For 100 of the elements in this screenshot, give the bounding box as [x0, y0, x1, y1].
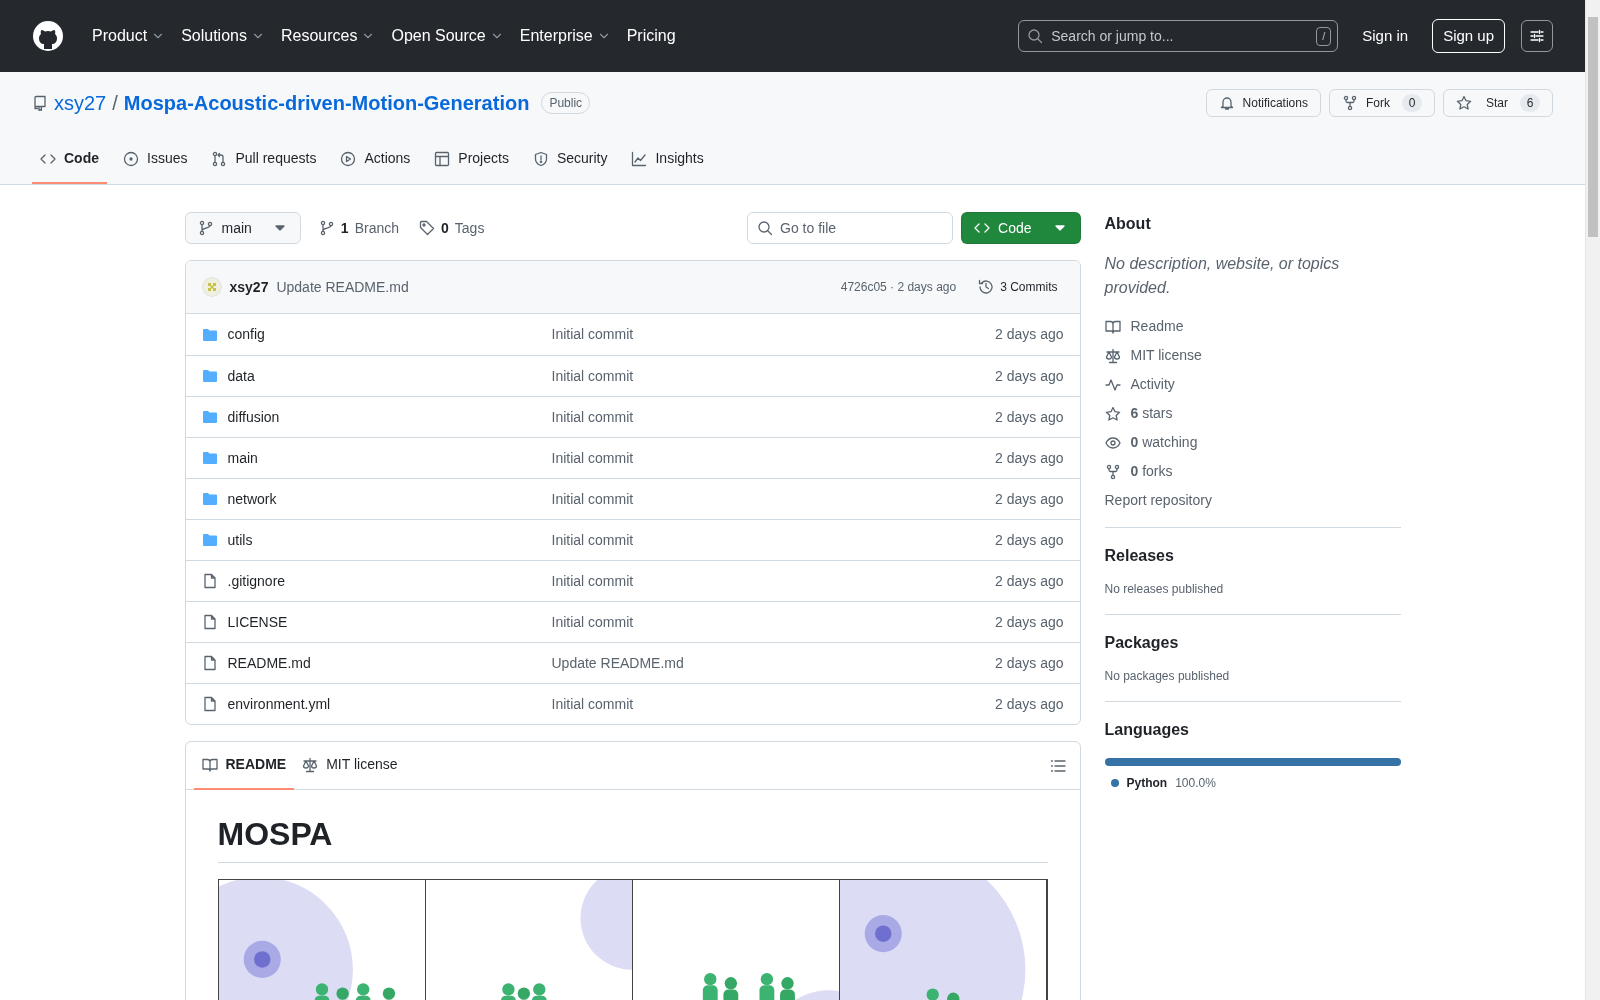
- bell-icon: [1218, 95, 1235, 111]
- nav-menu-item[interactable]: Pricing: [618, 18, 684, 54]
- scrollbar[interactable]: [1585, 0, 1600, 1000]
- repo-name-link[interactable]: Mospa-Acoustic-driven-Motion-Generation: [123, 88, 530, 118]
- repo-tab[interactable]: Projects: [426, 140, 517, 184]
- repo-tab[interactable]: Pull requests: [203, 140, 325, 184]
- code-button[interactable]: Code: [961, 212, 1081, 244]
- report-link[interactable]: Report repository: [1104, 490, 1401, 511]
- commit-message[interactable]: Initial commit: [551, 695, 634, 712]
- star-button[interactable]: Star 6: [1443, 89, 1553, 117]
- commit-message[interactable]: Initial commit: [551, 408, 634, 425]
- folder-icon: [201, 326, 218, 343]
- language-percent: 100.0%: [1175, 775, 1216, 792]
- file-name[interactable]: config: [227, 324, 265, 345]
- repo-tab[interactable]: Security: [524, 140, 616, 184]
- go-to-file-field[interactable]: Go to file: [747, 212, 954, 244]
- readme-tab[interactable]: MIT license: [294, 742, 406, 790]
- commit-message[interactable]: Initial commit: [551, 326, 634, 342]
- fork-count: 0: [1402, 94, 1422, 112]
- pull-request-icon: [211, 150, 228, 167]
- commit-author[interactable]: xsy27: [229, 276, 269, 298]
- file-name[interactable]: diffusion: [227, 406, 280, 428]
- file-name[interactable]: network: [227, 488, 277, 510]
- commit-message[interactable]: Initial commit: [551, 613, 634, 630]
- readme-heading: MOSPA: [217, 814, 1048, 863]
- about-link[interactable]: 0 watching: [1104, 432, 1401, 453]
- settings-icon: [1529, 28, 1545, 44]
- commit-message[interactable]: Initial commit: [551, 531, 634, 548]
- commit-message[interactable]: Initial commit: [551, 367, 634, 384]
- file-name[interactable]: utils: [227, 529, 253, 551]
- issue-icon: [123, 150, 139, 167]
- commit-hash-time: 4726c05 · 2 days ago: [840, 279, 957, 296]
- branch-selector[interactable]: main: [184, 212, 301, 244]
- file-name[interactable]: LICENSE: [227, 611, 288, 633]
- commit-time: 2 days ago: [995, 571, 1064, 591]
- about-link[interactable]: 6 stars: [1104, 403, 1401, 424]
- about-link[interactable]: Readme: [1104, 316, 1401, 337]
- commit-time: 2 days ago: [995, 448, 1064, 468]
- repo-tab[interactable]: Actions: [332, 140, 419, 184]
- commit-time: 2 days ago: [995, 325, 1064, 344]
- commit-message[interactable]: Update README.md: [276, 276, 409, 298]
- fork-icon: [1104, 463, 1121, 480]
- branches-link[interactable]: 1 Branch: [312, 217, 405, 239]
- file-name[interactable]: data: [227, 365, 255, 387]
- commit-time: 2 days ago: [995, 653, 1064, 673]
- section-heading: Packages: [1104, 633, 1180, 653]
- file-name[interactable]: README.md: [227, 652, 311, 674]
- about-link[interactable]: MIT license: [1104, 345, 1401, 366]
- sign-up-button[interactable]: Sign up: [1432, 18, 1505, 54]
- list-icon: [1049, 757, 1066, 774]
- nav-menu-item[interactable]: Open Source: [383, 18, 512, 54]
- commit-time: 2 days ago: [995, 366, 1064, 386]
- history-icon: [978, 279, 995, 295]
- nav-menu-item[interactable]: Resources: [272, 18, 384, 54]
- commit-time: 2 days ago: [995, 530, 1064, 550]
- folder-icon: [201, 368, 218, 384]
- button-label: Fork: [1366, 95, 1390, 112]
- about-description: No description, website, or topics provided.: [1104, 254, 1341, 298]
- repo-tab[interactable]: Insights: [623, 140, 712, 184]
- shortcut-key: /: [1316, 27, 1332, 46]
- commit-message[interactable]: Initial commit: [551, 572, 634, 589]
- notifications-button[interactable]: Notifications: [1205, 89, 1321, 117]
- section-heading: Languages: [1104, 720, 1190, 740]
- tags-link[interactable]: 0 Tags: [413, 217, 491, 239]
- owner-link[interactable]: xsy27: [54, 88, 107, 118]
- sign-in-link[interactable]: Sign in: [1354, 18, 1417, 54]
- file-name[interactable]: environment.yml: [227, 693, 331, 715]
- file-icon: [201, 573, 218, 589]
- about-link[interactable]: 0 forks: [1104, 461, 1401, 482]
- nav-menu-item[interactable]: Solutions: [173, 18, 273, 54]
- path-separator: /: [112, 91, 118, 116]
- star-icon: [1104, 405, 1121, 422]
- fork-button[interactable]: Fork 0: [1329, 89, 1435, 117]
- branch-icon: [197, 220, 214, 236]
- repo-tab[interactable]: Code: [32, 140, 107, 184]
- repo-tab[interactable]: Issues: [115, 140, 196, 184]
- graph-icon: [631, 150, 648, 167]
- star-icon: [1456, 95, 1472, 111]
- settings-button[interactable]: [1521, 20, 1553, 52]
- commit-message[interactable]: Update README.md: [551, 654, 684, 671]
- language-name: Python: [1126, 775, 1168, 792]
- file-icon: [201, 696, 218, 712]
- about-link[interactable]: Activity: [1104, 374, 1401, 395]
- nav-menu-item[interactable]: Enterprise: [511, 18, 619, 54]
- book-icon: [201, 756, 218, 773]
- commit-message[interactable]: Initial commit: [551, 449, 634, 466]
- nav-menu-item[interactable]: Product: [84, 18, 174, 54]
- commits-link[interactable]: 3 Commits: [972, 278, 1064, 296]
- scale-icon: [302, 756, 319, 773]
- commit-message[interactable]: Initial commit: [551, 490, 634, 507]
- folder-icon: [201, 491, 218, 507]
- section-note: No packages published: [1104, 668, 1231, 685]
- folder-icon: [201, 532, 218, 548]
- readme-tab[interactable]: README: [193, 742, 295, 790]
- button-label: Star: [1486, 95, 1508, 112]
- shield-icon: [532, 150, 549, 167]
- file-name[interactable]: .gitignore: [227, 570, 286, 592]
- commit-time: 2 days ago: [995, 612, 1064, 632]
- logo-icon[interactable]: [32, 20, 64, 52]
- file-name[interactable]: main: [227, 447, 258, 469]
